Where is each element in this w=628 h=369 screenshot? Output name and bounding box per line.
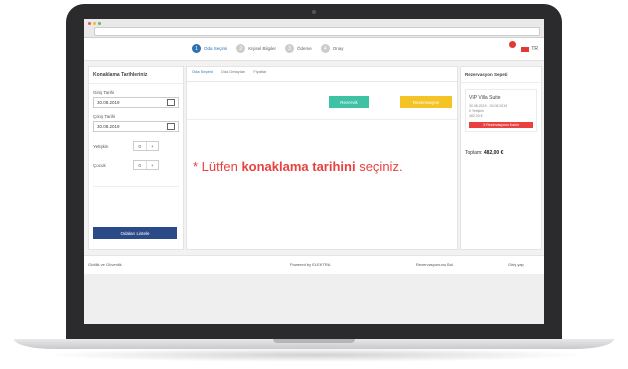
footer: Gizlilik ve Güvenlik Powered by ELEKTRA … xyxy=(84,255,544,275)
adults-row: Yetişkin 0 + xyxy=(93,141,179,151)
cart-total: Toplam: 482,00 € xyxy=(465,150,537,156)
cart-icon[interactable] xyxy=(506,41,516,54)
step-confirmation[interactable]: 4 Onay xyxy=(320,44,344,53)
calendar-icon[interactable] xyxy=(167,123,175,130)
children-stepper[interactable]: 0 + xyxy=(133,160,159,170)
adults-stepper[interactable]: 0 + xyxy=(133,141,159,151)
panel-title: Konaklama Tarihleriniz xyxy=(89,67,183,84)
children-value: 0 xyxy=(134,161,147,169)
language-code: TR xyxy=(531,46,538,52)
steps: 1 Oda Seçimi 2 Kişisel Bilgiler 3 Ödeme … xyxy=(192,44,344,53)
tab-room-selection[interactable]: Oda Seçimi xyxy=(192,69,213,79)
cart-item: VIP Villa Suite 30.08.2019 - 30.08.2019 … xyxy=(465,89,537,132)
step-number: 2 xyxy=(236,44,246,53)
total-value: 482,00 € xyxy=(483,150,504,156)
language-selector[interactable]: TR xyxy=(521,46,538,52)
calendar-icon[interactable] xyxy=(167,99,175,106)
stepper-plus[interactable]: + xyxy=(147,142,159,150)
step-number: 1 xyxy=(192,44,201,53)
green-action-button[interactable]: Rezervik xyxy=(329,96,369,108)
divider xyxy=(93,186,179,187)
message-prefix: * Lütfen xyxy=(193,159,242,174)
step-payment[interactable]: 3 Ödeme xyxy=(285,44,312,53)
tab-room-details[interactable]: Oda Detayları xyxy=(221,69,246,79)
reservation-cart-panel: Rezervasyon Sepeti VIP Villa Suite 30.08… xyxy=(460,66,542,250)
window-controls xyxy=(88,22,101,25)
tab-prices[interactable]: Fiyatlar xyxy=(253,69,266,79)
message-bold: konaklama tarihini xyxy=(241,159,356,174)
checkin-date-value: 30.08.2019 xyxy=(97,100,120,105)
remove-reservation-button[interactable]: X Rezervasyonu Kaldır xyxy=(469,122,533,128)
minimize-dot[interactable] xyxy=(93,22,96,25)
cart-badge xyxy=(509,41,516,48)
close-dot[interactable] xyxy=(88,22,91,25)
step-label: Oda Seçimi xyxy=(204,46,228,51)
login-link[interactable]: Giriş yap xyxy=(508,262,524,267)
total-label: Toplam: xyxy=(465,150,483,156)
checkout-date-input[interactable]: 30.08.2019 xyxy=(93,121,179,132)
room-tabs: Oda Seçimi Oda Detayları Fiyatlar xyxy=(187,67,457,82)
cart-title: Rezervasyon Sepeti xyxy=(461,67,541,83)
step-label: Onay xyxy=(332,46,344,51)
cart-item-name: VIP Villa Suite xyxy=(469,95,501,101)
yellow-action-button[interactable]: Rezervasyon xyxy=(400,96,452,108)
checkin-label: Giriş Tarihi xyxy=(93,90,115,95)
page-background xyxy=(84,274,544,324)
step-number: 4 xyxy=(320,44,330,53)
cart-item-guests: 0 Yetişkin xyxy=(469,109,484,113)
powered-by: Powered by ELEKTRA xyxy=(290,262,331,267)
flag-icon xyxy=(521,46,530,52)
children-label: Çocuk xyxy=(93,162,106,168)
laptop-shadow xyxy=(40,348,588,362)
step-number: 3 xyxy=(285,44,295,53)
adults-label: Yetişkin xyxy=(93,143,109,149)
message-suffix: seçiniz. xyxy=(355,159,403,174)
screen: 1 Oda Seçimi 2 Kişisel Bilgiler 3 Ödeme … xyxy=(84,19,544,324)
step-label: Ödeme xyxy=(297,46,312,51)
step-label: Kişisel Bilgiler xyxy=(248,46,277,51)
checkout-label: Çıkış Tarihi xyxy=(93,114,116,119)
browser-chrome xyxy=(84,19,544,38)
adults-value: 0 xyxy=(134,142,147,150)
cart-item-dates: 30.08.2019 - 30.08.2019 xyxy=(469,104,508,108)
camera xyxy=(312,10,316,14)
maximize-dot[interactable] xyxy=(98,22,101,25)
cart-item-price: 482,00 € xyxy=(469,114,483,118)
select-dates-message: * Lütfen konaklama tarihini seçiniz. xyxy=(193,159,403,174)
laptop-notch xyxy=(273,339,355,343)
children-row: Çocuk 0 + xyxy=(93,160,179,170)
stay-dates-panel: Konaklama Tarihleriniz Giriş Tarihi 30.0… xyxy=(88,66,184,250)
stepper-plus[interactable]: + xyxy=(147,161,159,169)
booking-steps-nav: 1 Oda Seçimi 2 Kişisel Bilgiler 3 Ödeme … xyxy=(84,38,544,61)
divider xyxy=(187,119,457,120)
step-room-selection[interactable]: 1 Oda Seçimi xyxy=(192,44,227,53)
step-personal-info[interactable]: 2 Kişisel Bilgiler xyxy=(236,44,276,53)
checkout-date-value: 30.08.2019 xyxy=(97,124,120,129)
room-selection-panel: Oda Seçimi Oda Detayları Fiyatlar Rezerv… xyxy=(186,66,458,250)
list-rooms-button[interactable]: Odaları Listele xyxy=(93,227,177,239)
checkin-date-input[interactable]: 30.08.2019 xyxy=(93,97,179,108)
find-reservation-link[interactable]: Rezervasyonunu Bul xyxy=(416,262,453,267)
address-bar[interactable] xyxy=(94,27,540,36)
privacy-link[interactable]: Gizlilik ve Güvenlik xyxy=(88,262,122,267)
